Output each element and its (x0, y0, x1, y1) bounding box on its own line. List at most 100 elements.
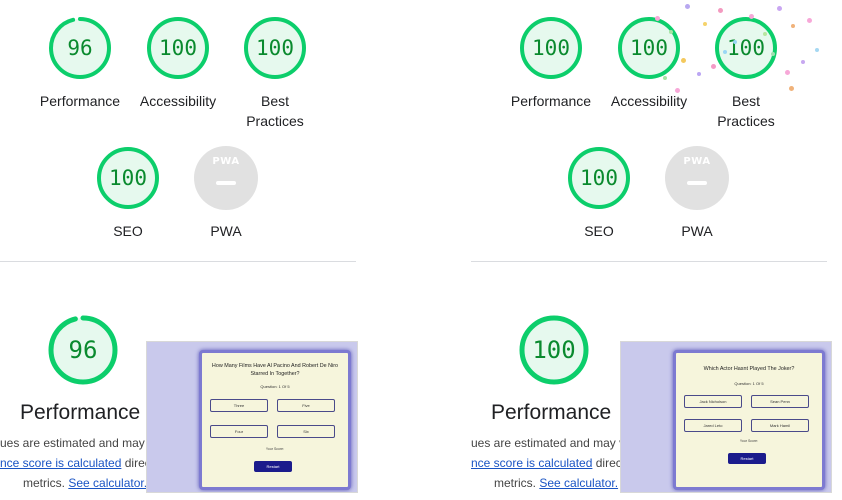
pwa-badge-icon: PWA (683, 156, 711, 167)
see-calculator-link[interactable]: See calculator. (68, 476, 147, 490)
seo-score-value: 100 (580, 166, 618, 190)
pwa-badge-gauge[interactable]: PWA (194, 146, 258, 210)
best-practices-label-line2: Practices (246, 113, 304, 129)
score-calculated-link[interactable]: nce score is calculated (471, 456, 592, 470)
best-practices-score-value: 100 (256, 36, 294, 60)
performance-heading: Performance (491, 401, 612, 424)
quiz-option: Five (277, 399, 335, 412)
pwa-badge-gauge[interactable]: PWA (665, 146, 729, 210)
quiz-card: How Many Films Have Al Pacino And Robert… (199, 350, 351, 490)
metrics-note-line2: nce score is calculated direct (471, 453, 625, 473)
pwa-badge-icon: PWA (212, 156, 240, 167)
seo-score-gauge[interactable]: 100 (96, 146, 160, 210)
seo-label: SEO (113, 223, 143, 239)
metrics-note-line2: nce score is calculated direct (0, 453, 154, 473)
score-calculated-link[interactable]: nce score is calculated (0, 456, 121, 470)
best-practices-label: Best Practices (220, 91, 330, 131)
final-screenshot-thumbnail[interactable]: How Many Films Have Al Pacino And Robert… (146, 341, 358, 493)
seo-score-value: 100 (109, 166, 147, 190)
confetti-dot (685, 4, 690, 9)
confetti-dot (771, 52, 775, 56)
metrics-note-line3: metrics. See calculator. (494, 473, 618, 493)
pwa-label: PWA (681, 223, 713, 239)
accessibility-score-gauge[interactable]: 100 (146, 16, 210, 80)
best-practices-score-value: 100 (727, 36, 765, 60)
quiz-option: Sean Penn (751, 395, 809, 408)
metrics-note-line1: ues are estimated and may va (0, 436, 161, 450)
confetti-dot (777, 6, 782, 11)
right-lighthouse-report: 100 Performance 100 Accessibility 100 Be… (471, 0, 842, 500)
note-text: metrics. (494, 476, 540, 490)
quiz-option: Jared Leto (684, 419, 742, 432)
confetti-dot (733, 40, 737, 44)
best-practices-label-line1: Best (731, 93, 760, 109)
quiz-counter: Question: 1 Of 5 (734, 381, 764, 386)
performance-score-value: 100 (532, 36, 570, 60)
quiz-counter: Question: 1 Of 5 (260, 384, 290, 389)
confetti-dot (749, 14, 754, 19)
quiz-card: Which Actor Hasnt Played The Joker? Ques… (673, 350, 825, 490)
confetti-dot (655, 16, 660, 21)
final-screenshot-thumbnail[interactable]: Which Actor Hasnt Played The Joker? Ques… (620, 341, 832, 493)
best-practices-label: Best Practices (691, 91, 801, 131)
best-practices-score-gauge[interactable]: 100 (714, 16, 778, 80)
confetti-dot (763, 32, 767, 36)
performance-score-gauge[interactable]: 100 (519, 16, 583, 80)
confetti-dot (789, 86, 794, 91)
quiz-score-label: Your Score: (265, 447, 285, 451)
see-calculator-link[interactable]: See calculator. (539, 476, 618, 490)
performance-big-score: 96 (68, 336, 98, 364)
performance-heading: Performance (20, 401, 141, 424)
best-practices-label-line2: Practices (717, 113, 775, 129)
performance-big-gauge: 100 (518, 314, 590, 386)
quiz-restart-button: Restart (728, 453, 766, 464)
best-practices-score-gauge[interactable]: 100 (243, 16, 307, 80)
performance-label: Performance (39, 93, 121, 109)
accessibility-score-value: 100 (159, 36, 197, 60)
confetti-dot (815, 48, 819, 52)
quiz-option: Four (210, 425, 268, 438)
performance-score-gauge[interactable]: 96 (48, 16, 112, 80)
best-practices-label-line1: Best (260, 93, 289, 109)
accessibility-score-value: 100 (630, 36, 668, 60)
confetti-dot (807, 18, 812, 23)
quiz-option: Mark Hamil (751, 419, 809, 432)
confetti-dot (723, 50, 727, 54)
pwa-label: PWA (210, 223, 242, 239)
metrics-note-line3: metrics. See calculator. (23, 473, 147, 493)
section-divider (471, 261, 827, 262)
quiz-question: How Many Films Have Al Pacino And Robert… (211, 363, 339, 377)
confetti-dot (663, 76, 667, 80)
confetti-dot (711, 64, 716, 69)
pwa-dash-icon (687, 181, 707, 185)
left-lighthouse-report: 96 Performance 100 Accessibility 100 Bes… (0, 0, 371, 500)
confetti-dot (697, 72, 701, 76)
section-divider (0, 261, 356, 262)
performance-big-gauge: 96 (47, 314, 119, 386)
accessibility-score-gauge[interactable]: 100 (617, 16, 681, 80)
confetti-dot (681, 58, 686, 63)
quiz-option: Three (210, 399, 268, 412)
quiz-option: Six (277, 425, 335, 438)
confetti-dot (718, 8, 723, 13)
performance-label: Performance (510, 93, 592, 109)
metrics-note-line1: ues are estimated and may va (471, 436, 632, 450)
confetti-dot (801, 60, 805, 64)
confetti-dot (785, 70, 790, 75)
quiz-question: Which Actor Hasnt Played The Joker? (703, 366, 795, 372)
seo-label: SEO (584, 223, 614, 239)
quiz-score-label: Your Score: (739, 439, 759, 443)
performance-score-value: 96 (67, 36, 93, 60)
confetti-dot (791, 24, 795, 28)
confetti-dot (669, 30, 673, 34)
confetti-dot (703, 22, 707, 26)
note-text: metrics. (23, 476, 69, 490)
confetti-dot (675, 88, 680, 93)
performance-big-score: 100 (532, 336, 576, 364)
seo-score-gauge[interactable]: 100 (567, 146, 631, 210)
quiz-restart-button: Restart (254, 461, 292, 472)
pwa-dash-icon (216, 181, 236, 185)
quiz-option: Jack Nicholson (684, 395, 742, 408)
accessibility-label: Accessibility (139, 93, 217, 109)
accessibility-label: Accessibility (610, 93, 688, 109)
